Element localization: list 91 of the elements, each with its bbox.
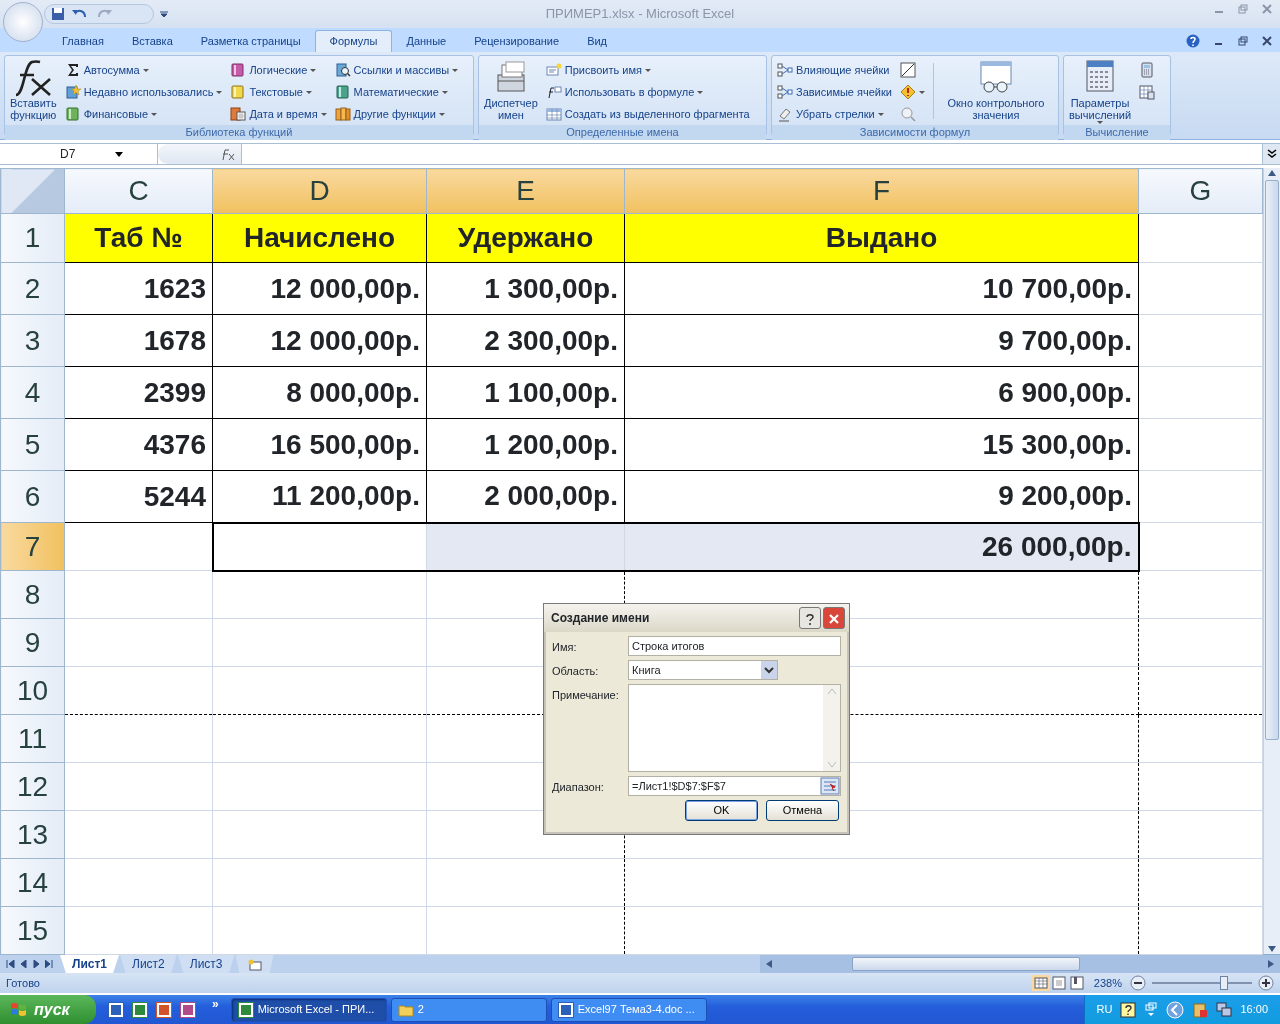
field-label: Диапазон: (552, 780, 605, 795)
ribbon-button[interactable]: Дата и время (228, 103, 329, 125)
ribbon-button[interactable]: Убрать стрелки (775, 103, 894, 125)
table-cell: 10 700,00р. (624, 262, 1139, 315)
group-label: Библиотека функций (5, 125, 473, 140)
row-header[interactable]: 2 (0, 262, 65, 315)
table-cell: 1 200,00р. (426, 418, 625, 471)
ribbon-button[interactable]: Другие функции (332, 103, 461, 125)
ribbon-tab[interactable]: Вставка (117, 30, 187, 52)
taskbar-button[interactable]: Microsoft Excel - ПРИ... (230, 997, 387, 1022)
name-box[interactable]: D7 (60, 145, 76, 163)
ribbon-tab[interactable]: Рецензирование (460, 30, 574, 52)
ribbon-button[interactable]: Зависимые ячейки (775, 81, 894, 103)
dropdown-field[interactable]: Книга (628, 660, 778, 680)
row-header[interactable]: 3 (0, 314, 65, 367)
ribbon-tab[interactable]: Вид (573, 30, 622, 52)
group-label: Определенные имена (479, 125, 766, 140)
column-header[interactable]: F (624, 168, 1139, 214)
status-text: Готово (6, 975, 40, 991)
column-heading-cell: Таб № (64, 213, 213, 263)
row-header[interactable]: 12 (0, 762, 65, 811)
ribbon-tab[interactable]: Разметка страницы (186, 30, 315, 52)
table-cell: 1623 (64, 262, 213, 315)
group-label: Зависимости формул (772, 125, 1058, 140)
sheet-tab[interactable]: Лист1 (60, 955, 120, 973)
ribbon-tab[interactable]: Главная (48, 30, 118, 52)
ribbon-button[interactable]: Ссылки и массивы (332, 59, 461, 81)
row-header[interactable]: 15 (0, 906, 65, 955)
row-header[interactable]: 10 (0, 666, 65, 715)
table-cell: 9 700,00р. (624, 314, 1139, 367)
window-title: ПРИМЕР1.xlsx - Microsoft Excel (545, 5, 735, 24)
table-cell: 15 300,00р. (624, 418, 1139, 471)
row-header[interactable]: 9 (0, 618, 65, 667)
ribbon-button[interactable]: Логические (228, 59, 329, 81)
column-header[interactable]: E (426, 168, 625, 214)
dialog-title: Создание имени (551, 610, 650, 627)
ribbon-button[interactable]: Влияющие ячейки (775, 59, 894, 81)
zoom-level[interactable]: 238% (1093, 974, 1122, 992)
group-label: Вычисление (1064, 125, 1170, 140)
clock: 16:00 (1240, 1002, 1268, 1018)
field-label: Область: (552, 664, 600, 679)
row-header[interactable]: 14 (0, 858, 65, 907)
table-cell: 8 000,00р. (212, 366, 427, 419)
ribbon-button[interactable]: Присвоить имя (543, 59, 752, 81)
table-cell: 4376 (64, 418, 213, 471)
row-header[interactable]: 1 (0, 213, 65, 263)
column-header[interactable]: D (212, 168, 427, 214)
ribbon-tab[interactable]: Формулы (314, 30, 393, 52)
table-cell: 1678 (64, 314, 213, 367)
ribbon-button[interactable]: Создать из выделенного фрагмента (543, 103, 752, 125)
row-header[interactable]: 6 (0, 470, 65, 523)
field-label: Примечание: (552, 688, 620, 703)
ribbon-button[interactable]: Недавно использовались (62, 81, 225, 103)
row-header[interactable]: 11 (0, 714, 65, 763)
column-heading-cell: Удержано (426, 213, 625, 263)
ribbon-button[interactable]: Использовать в формуле (543, 81, 752, 103)
table-cell: 12 000,00р. (212, 314, 427, 367)
row-header[interactable]: 5 (0, 418, 65, 471)
table-cell: 6 900,00р. (624, 366, 1139, 419)
column-header[interactable]: G (1138, 168, 1263, 214)
table-cell: 5244 (64, 470, 213, 523)
table-cell: 1 100,00р. (426, 366, 625, 419)
column-heading-cell: Начислено (212, 213, 427, 263)
sheet-tab[interactable]: Лист2 (120, 955, 177, 973)
dialog-button[interactable]: Отмена (766, 800, 839, 821)
row-header[interactable]: 4 (0, 366, 65, 419)
row-header[interactable]: 8 (0, 570, 65, 619)
table-cell: 1 300,00р. (426, 262, 625, 315)
field-label: Имя: (552, 640, 578, 655)
sheet-tab[interactable]: Лист3 (177, 955, 235, 973)
column-header[interactable]: C (64, 168, 213, 214)
ribbon-button[interactable]: Текстовые (228, 81, 329, 103)
more-button[interactable]: » (208, 995, 227, 1013)
row-header[interactable]: 13 (0, 810, 65, 859)
table-cell: 2399 (64, 366, 213, 419)
table-cell: 26 000,00р. (624, 522, 1139, 571)
column-heading-cell: Выдано (624, 213, 1139, 263)
ribbon-button[interactable]: Финансовые (62, 103, 225, 125)
ribbon-button[interactable]: Математические (332, 81, 461, 103)
text-field[interactable]: Строка итогов (628, 636, 841, 656)
row-header[interactable]: 7 (0, 522, 65, 571)
ribbon-tab[interactable]: Данные (392, 30, 461, 52)
table-cell: 12 000,00р. (212, 262, 427, 315)
ribbon-button[interactable]: Диспетчер имен (482, 59, 540, 125)
ribbon-button[interactable]: Окно контрольного значения (939, 59, 1052, 125)
table-cell: 16 500,00р. (212, 418, 427, 471)
ribbon-button[interactable]: Вставить функцию (8, 59, 59, 125)
dialog-button[interactable]: OK (685, 800, 758, 821)
table-cell: 2 300,00р. (426, 314, 625, 367)
ribbon-button[interactable]: Автосумма (62, 59, 225, 81)
range-field[interactable]: =Лист1!$D$7:$F$7 (628, 776, 841, 796)
